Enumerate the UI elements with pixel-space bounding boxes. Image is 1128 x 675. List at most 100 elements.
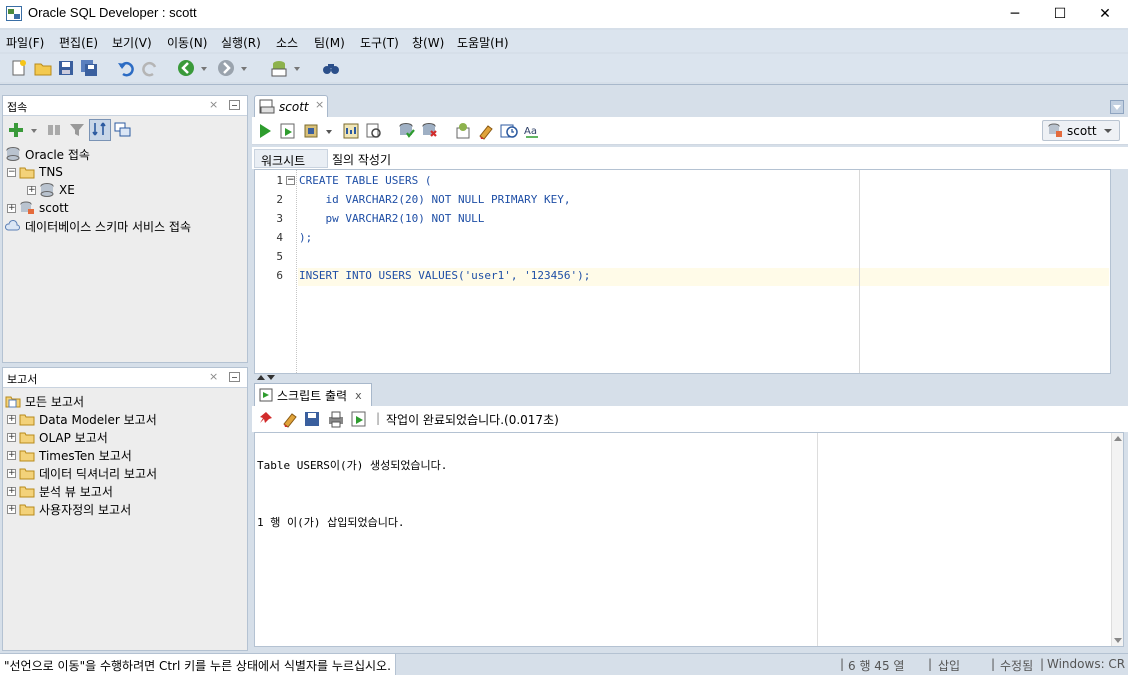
menu-run[interactable]: 실행(R) bbox=[221, 34, 261, 51]
tab-list-dropdown-icon[interactable] bbox=[1110, 100, 1124, 114]
tree-item-timesten[interactable]: + TimesTen 보고서 bbox=[7, 446, 132, 464]
expand-icon[interactable]: + bbox=[27, 185, 36, 195]
connection-select[interactable]: scott bbox=[1042, 120, 1120, 141]
tree-item-all-reports[interactable]: 모든 보고서 bbox=[5, 392, 84, 410]
database-icon bbox=[40, 183, 54, 197]
line-number: 6 bbox=[276, 269, 283, 282]
code-line-4: ); bbox=[299, 231, 313, 244]
add-dropdown-icon[interactable] bbox=[29, 121, 39, 139]
eraser-icon[interactable] bbox=[281, 410, 299, 428]
new-icon[interactable] bbox=[10, 59, 28, 77]
connections-close-icon[interactable]: × bbox=[209, 98, 218, 111]
tab-close-icon[interactable]: × bbox=[315, 98, 324, 111]
tree-item-xe[interactable]: + XE bbox=[27, 181, 75, 199]
undo-icon[interactable] bbox=[117, 59, 135, 77]
open-icon[interactable] bbox=[34, 59, 52, 77]
expand-icon[interactable]: + bbox=[7, 504, 16, 514]
tab-close-icon[interactable]: x bbox=[355, 389, 362, 402]
connections-minimize-icon[interactable] bbox=[229, 100, 240, 110]
menu-source[interactable]: 소스 bbox=[276, 34, 298, 51]
forward-dropdown-icon[interactable] bbox=[239, 59, 249, 77]
manage-connections-icon[interactable] bbox=[114, 121, 132, 139]
tree-item-data-dictionary[interactable]: + 데이터 딕셔너리 보고서 bbox=[7, 464, 157, 482]
script-output[interactable]: Table USERS이(가) 생성되었습니다. 1 행 이(가) 삽입되었습니… bbox=[254, 432, 1124, 647]
reports-minimize-icon[interactable] bbox=[229, 372, 240, 382]
tree-item-oracle-connections[interactable]: Oracle 접속 bbox=[5, 145, 90, 163]
sql-tuning-icon[interactable] bbox=[365, 122, 383, 140]
minimize-button[interactable]: ─ bbox=[992, 0, 1038, 28]
menu-view[interactable]: 보기(V) bbox=[112, 34, 152, 51]
fold-icon[interactable]: − bbox=[286, 176, 295, 185]
tab-worksheet[interactable]: 워크시트 bbox=[254, 149, 328, 168]
sql-file-icon bbox=[259, 99, 275, 114]
sql-history-icon[interactable] bbox=[500, 122, 518, 140]
print-icon[interactable] bbox=[327, 410, 345, 428]
connections-panel-title[interactable]: 접속 bbox=[7, 99, 27, 115]
tree-item-olap[interactable]: + OLAP 보고서 bbox=[7, 428, 108, 446]
scroll-down-icon[interactable] bbox=[1113, 637, 1123, 645]
tab-script-output[interactable]: 스크립트 출력 x bbox=[254, 383, 372, 406]
tab-query-builder[interactable]: 질의 작성기 bbox=[326, 149, 397, 168]
clear-icon[interactable] bbox=[477, 122, 495, 140]
rollback-icon[interactable] bbox=[421, 122, 439, 140]
menu-edit[interactable]: 편집(E) bbox=[59, 34, 98, 51]
expand-icon[interactable]: + bbox=[7, 203, 16, 213]
sql-dropdown-icon[interactable] bbox=[292, 59, 302, 77]
tree-item-tns[interactable]: − TNS bbox=[7, 163, 63, 181]
commit-icon[interactable] bbox=[398, 122, 416, 140]
autotrace-icon[interactable] bbox=[303, 122, 321, 140]
database-icon bbox=[6, 147, 20, 161]
editor-tabstrip: scott × bbox=[252, 95, 1128, 117]
sql-worksheet-icon[interactable] bbox=[270, 59, 288, 77]
tree-item-data-modeler[interactable]: + Data Modeler 보고서 bbox=[7, 410, 157, 428]
back-dropdown-icon[interactable] bbox=[199, 59, 209, 77]
menu-window[interactable]: 창(W) bbox=[412, 34, 444, 51]
sql-editor[interactable]: 1 2 3 4 5 6 − CREATE TABLE USERS ( id VA… bbox=[254, 169, 1111, 374]
menu-file[interactable]: 파일(F) bbox=[6, 34, 44, 51]
maximize-button[interactable]: ☐ bbox=[1037, 0, 1083, 28]
expand-icon[interactable]: + bbox=[7, 414, 16, 424]
pin-icon[interactable] bbox=[258, 410, 276, 428]
status-separator: | bbox=[1040, 657, 1045, 671]
chevron-down-icon bbox=[1103, 128, 1112, 133]
editor-output-splitter[interactable] bbox=[252, 374, 1128, 382]
tree-item-analytic-view[interactable]: + 분석 뷰 보고서 bbox=[7, 482, 113, 500]
explain-plan-icon[interactable] bbox=[342, 122, 360, 140]
scroll-up-icon[interactable] bbox=[1113, 434, 1123, 442]
menu-navigate[interactable]: 이동(N) bbox=[167, 34, 207, 51]
output-toolbar: | 작업이 완료되었습니다.(0.017초) bbox=[252, 406, 1128, 432]
save-output-icon[interactable] bbox=[303, 410, 321, 428]
run-script-icon[interactable] bbox=[279, 122, 297, 140]
autotrace-dropdown-icon[interactable] bbox=[324, 122, 334, 140]
tree-item-scott[interactable]: + scott bbox=[7, 199, 69, 217]
to-upper-lower-icon[interactable]: Aa bbox=[523, 122, 541, 140]
menu-team[interactable]: 팀(M) bbox=[314, 34, 345, 51]
menu-tools[interactable]: 도구(T) bbox=[360, 34, 399, 51]
output-scrollbar[interactable] bbox=[1111, 433, 1123, 646]
close-button[interactable]: ✕ bbox=[1082, 0, 1128, 28]
menu-help[interactable]: 도움말(H) bbox=[457, 34, 509, 51]
tree-item-user-defined[interactable]: + 사용자정의 보고서 bbox=[7, 500, 131, 518]
schema-browser-icon[interactable] bbox=[89, 119, 111, 141]
forward-icon[interactable] bbox=[217, 59, 235, 77]
tab-scott-worksheet[interactable]: scott × bbox=[254, 95, 328, 117]
expand-icon[interactable]: + bbox=[7, 432, 16, 442]
expand-icon[interactable]: + bbox=[7, 468, 16, 478]
expand-icon[interactable]: + bbox=[7, 486, 16, 496]
add-connection-icon[interactable] bbox=[7, 121, 25, 139]
reports-panel-title[interactable]: 보고서 bbox=[7, 371, 37, 387]
run-statement-icon[interactable] bbox=[256, 122, 274, 140]
tree-item-schema-service[interactable]: 데이터베이스 스키마 서비스 접속 bbox=[5, 217, 191, 235]
reports-close-icon[interactable]: × bbox=[209, 370, 218, 383]
back-icon[interactable] bbox=[177, 59, 195, 77]
reports-panel: 보고서 × 모든 보고서 + Data Modeler 보고서 + OLAP 보… bbox=[2, 367, 248, 651]
unshared-worksheet-icon[interactable] bbox=[454, 122, 472, 140]
save-all-icon[interactable] bbox=[80, 59, 98, 77]
save-icon[interactable] bbox=[57, 59, 75, 77]
expand-icon[interactable]: + bbox=[7, 450, 16, 460]
binoculars-icon[interactable] bbox=[322, 59, 340, 77]
run-script-icon[interactable] bbox=[350, 410, 368, 428]
collapse-icon[interactable]: − bbox=[7, 167, 16, 177]
splitter-arrows-icon[interactable] bbox=[256, 374, 276, 382]
folder-icon bbox=[19, 450, 35, 462]
